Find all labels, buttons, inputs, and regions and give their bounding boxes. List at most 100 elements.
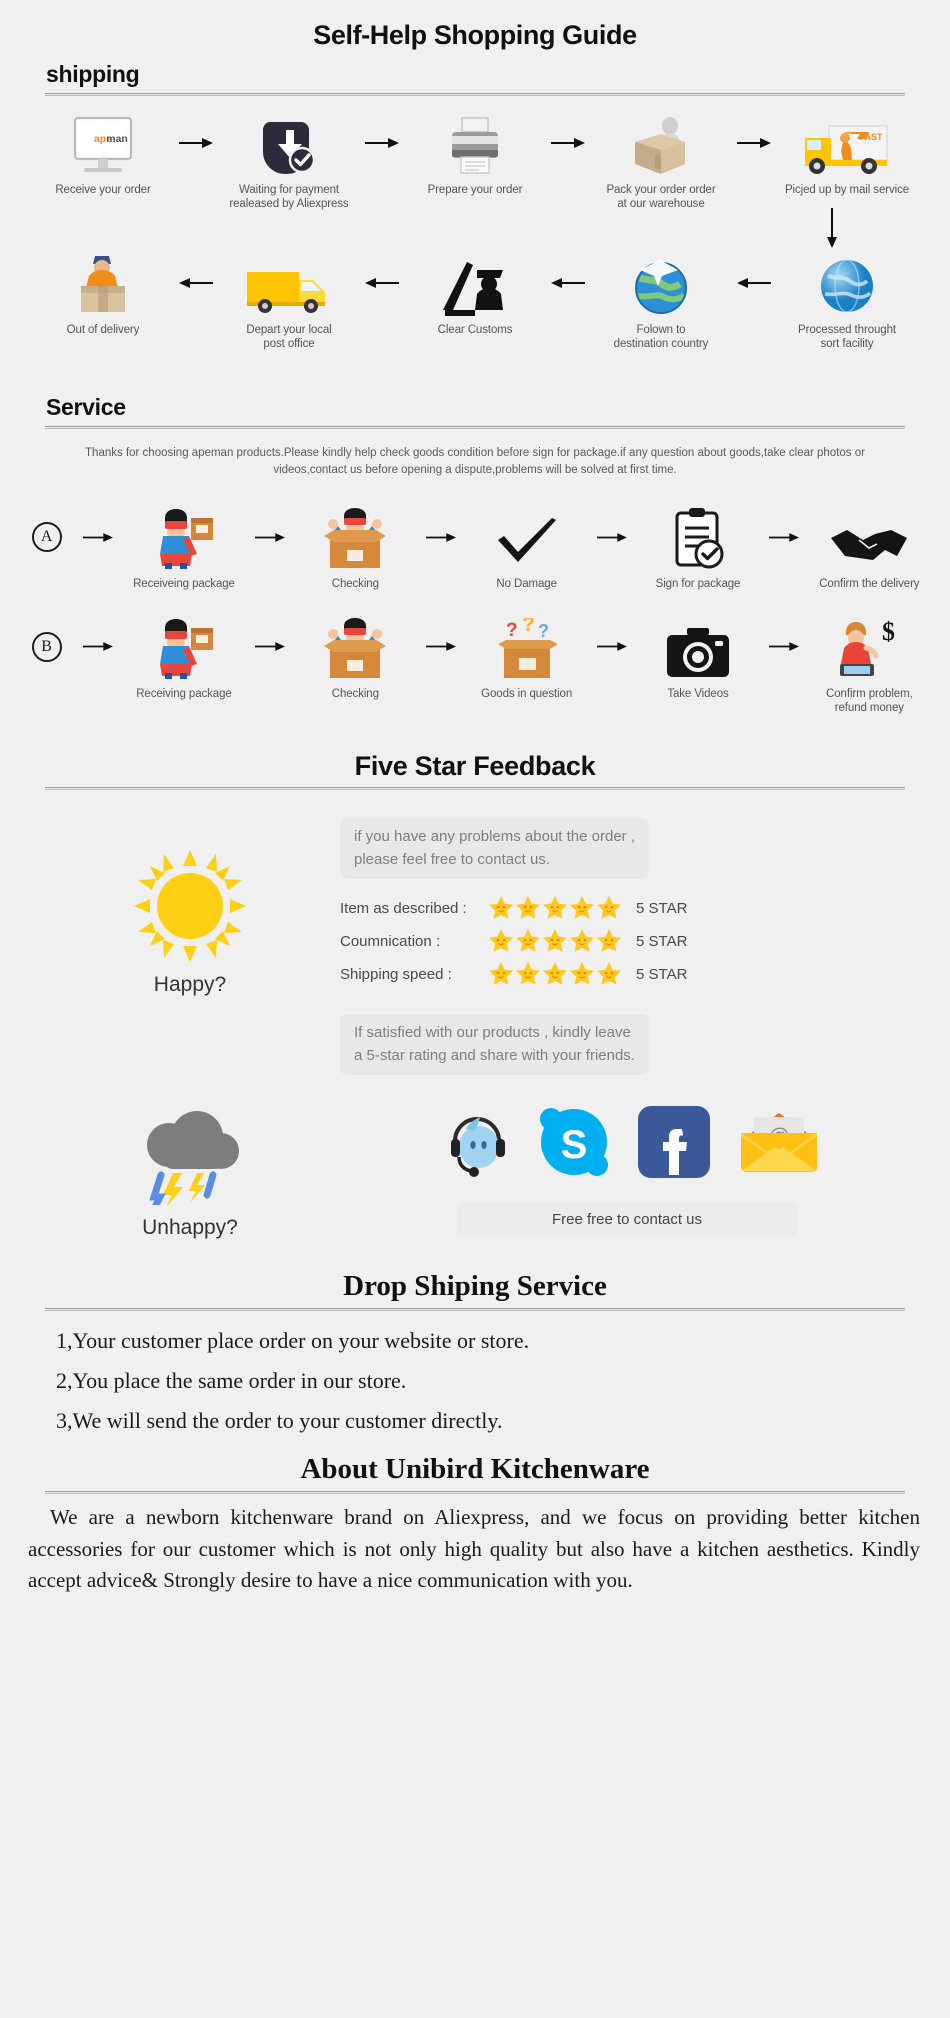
refund-person-icon: $ xyxy=(832,614,906,680)
step-label: Goods in question xyxy=(481,687,573,700)
rating-value: 5 STAR xyxy=(636,899,688,917)
rating-value: 5 STAR xyxy=(636,965,688,983)
arrow-right-icon xyxy=(247,504,293,570)
arrow-down-icon xyxy=(0,207,950,248)
star-group xyxy=(488,895,622,921)
unhappy-label: Unhappy? xyxy=(142,1216,238,1240)
step-label: Prepare your order xyxy=(427,184,523,196)
about-heading: About Unibird Kitchenware xyxy=(300,1453,650,1486)
monitor-apeman-icon: ape man xyxy=(66,110,140,176)
happy-label: Happy? xyxy=(153,973,227,997)
payment-shield-icon xyxy=(257,110,321,176)
rating-value: 5 STAR xyxy=(636,932,688,950)
shipping-step-picked-up: FAST Picjed up by mail service xyxy=(777,110,917,197)
arrow-right-icon xyxy=(75,614,121,680)
arrow-right-icon xyxy=(418,504,464,570)
feedback-details: if you have any problems about the order… xyxy=(340,812,910,1076)
facebook-icon[interactable] xyxy=(637,1105,711,1184)
service-step-confirm-refund: $ Confirm problem, refund money xyxy=(807,614,932,716)
dropship-step: 1,Your customer place order on your webs… xyxy=(56,1328,530,1354)
row-a-badge: A xyxy=(18,504,75,570)
skype-icon[interactable]: S xyxy=(537,1105,611,1184)
rating-list: Item as described : 5 STAR Coumnication … xyxy=(340,895,910,987)
service-section-header: Service xyxy=(0,352,950,429)
packing-box-icon xyxy=(625,110,697,176)
row-b-badge: B xyxy=(18,614,75,680)
shipping-flow-row-2: Out of delivery Depart your local post o… xyxy=(0,248,950,352)
svg-text:S: S xyxy=(561,1123,588,1167)
arrow-left-icon xyxy=(173,250,219,316)
contact-bar[interactable]: Free free to contact us xyxy=(457,1202,797,1238)
service-flow-row-a: A Receiveing package Checking No Damage … xyxy=(0,480,950,591)
step-label: Checking xyxy=(331,687,379,700)
courier-box-icon xyxy=(65,250,141,316)
step-label: Processed throught sort facility xyxy=(798,323,896,351)
handshake-icon xyxy=(829,504,909,570)
hero-package-icon xyxy=(151,614,217,680)
rating-row: Item as described : 5 STAR xyxy=(340,895,910,921)
shipping-step-receive-order: ape man Receive your order xyxy=(33,110,173,197)
step-label: Clear Customs xyxy=(437,323,513,336)
rating-row: Shipping speed : 5 STAR xyxy=(340,961,910,987)
unhappy-mood: Unhappy? xyxy=(40,1105,340,1240)
happy-mood: Happy? xyxy=(40,812,340,997)
step-label: Receive your order xyxy=(55,184,151,196)
delivery-truck-icon: FAST xyxy=(799,110,895,176)
step-label: Depart your local post office xyxy=(246,323,332,351)
step-label: Waiting for payment realeased by Aliexpr… xyxy=(229,184,349,211)
step-label: No Damage xyxy=(496,578,557,591)
social-icon-list: S @ xyxy=(433,1105,821,1184)
rating-label: Shipping speed : xyxy=(340,965,452,983)
service-step-no-damage: No Damage xyxy=(464,504,589,591)
blue-globe-icon xyxy=(816,250,878,316)
arrow-left-icon xyxy=(731,250,777,316)
service-step-confirm-delivery: Confirm the delivery xyxy=(807,504,932,591)
email-icon[interactable]: @ xyxy=(737,1109,821,1180)
yellow-van-icon xyxy=(243,250,335,316)
svg-text:?: ? xyxy=(506,620,518,641)
step-label: Pack your order order at our warehouse xyxy=(606,184,716,211)
service-step-receiving-package: Receiveing package xyxy=(121,504,246,591)
rating-label: Coumnication : xyxy=(340,932,441,950)
svg-text:FAST: FAST xyxy=(859,132,883,142)
arrow-right-icon xyxy=(173,110,219,176)
checkmark-icon xyxy=(494,504,560,570)
printer-icon xyxy=(444,110,506,176)
arrow-right-icon xyxy=(418,614,464,680)
aliexpress-support-icon[interactable] xyxy=(441,1107,511,1182)
step-label: Picjed up by mail service xyxy=(784,184,910,196)
arrow-right-icon xyxy=(545,110,591,176)
service-note: Thanks for choosing apeman products.Plea… xyxy=(85,446,865,477)
star-group xyxy=(488,961,622,987)
shipping-flow-row-1: ape man Receive your order Waiting for p… xyxy=(0,96,950,212)
shipping-step-sort-facility: Processed throught sort facility xyxy=(777,250,917,352)
shipping-step-out-of-delivery: Out of delivery xyxy=(33,250,173,337)
dropship-steps: 1,Your customer place order on your webs… xyxy=(0,1311,950,1441)
shopping-guide-page: Self-Help Shopping Guide shipping ape ma… xyxy=(0,0,950,1611)
arrow-right-icon xyxy=(761,504,807,570)
svg-text:?: ? xyxy=(522,618,535,636)
svg-text:?: ? xyxy=(538,621,549,641)
step-label: Sign for package xyxy=(655,578,741,591)
step-label: Folown to destination country xyxy=(613,323,709,351)
customs-officer-icon xyxy=(437,250,513,316)
shipping-step-depart-post-office: Depart your local post office xyxy=(219,250,359,352)
shipping-step-prepare-order: Prepare your order xyxy=(405,110,545,197)
shipping-heading: shipping xyxy=(46,61,140,87)
globe-plane-icon xyxy=(630,250,692,316)
arrow-right-icon xyxy=(761,614,807,680)
dropship-step: 3,We will send the order to your custome… xyxy=(56,1408,503,1434)
feedback-heading: Five Star Feedback xyxy=(354,751,596,782)
arrow-right-icon xyxy=(589,614,635,680)
star-group xyxy=(488,928,622,954)
feedback-unhappy-block: Unhappy? S Free free to contact us xyxy=(0,1075,950,1240)
rating-label: Item as described : xyxy=(340,899,467,917)
step-label: Take Videos xyxy=(667,687,729,700)
about-body: We are a newborn kitchenware brand on Al… xyxy=(28,1505,920,1593)
hero-package-icon xyxy=(151,504,217,570)
dropship-heading: Drop Shiping Service xyxy=(343,1270,607,1303)
shipping-step-clear-customs: Clear Customs xyxy=(405,250,545,337)
shipping-step-pack-order: Pack your order order at our warehouse xyxy=(591,110,731,212)
clipboard-sign-icon xyxy=(671,504,725,570)
arrow-right-icon xyxy=(359,110,405,176)
